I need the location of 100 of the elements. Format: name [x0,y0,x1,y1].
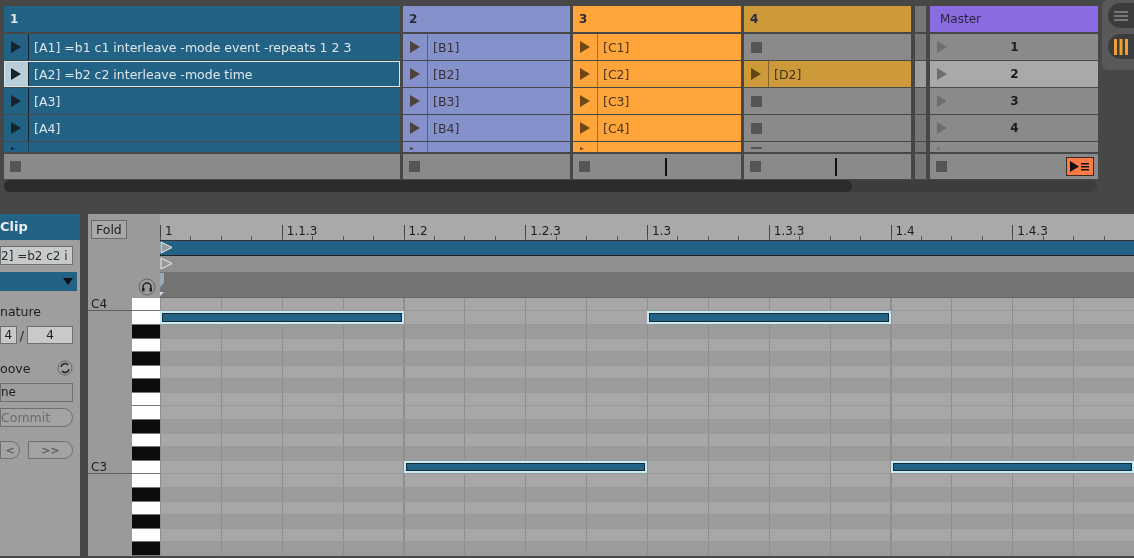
start-marker-icon[interactable] [160,257,173,271]
ruler-label: 1.4.3 [1012,224,1048,237]
clip-name: [A3] [33,93,61,109]
scene-number: 3 [1010,94,1019,108]
empty-clip-slot[interactable] [744,142,911,152]
clip-name: [C1] [602,39,630,55]
scene-play-icon[interactable] [937,68,947,80]
clip-name-field[interactable]: 2] =b2 c2 i [0,246,73,265]
note-name-label: C4 [91,296,107,311]
clip-slot[interactable]: [D2] [744,61,911,87]
clip-slot[interactable] [403,142,570,152]
note-name-label: C3 [91,459,107,474]
signature-numerator-field[interactable]: 4 [0,326,17,344]
ruler-label: 1.1.3 [281,224,318,237]
scene-row[interactable]: 1 [930,34,1098,60]
signature-denominator-field[interactable]: 4 [26,326,73,344]
signature-separator: / [19,327,24,343]
nav-button[interactable]: < [0,441,20,459]
marker-icon[interactable] [160,272,165,297]
scene-play-icon[interactable] [937,41,947,53]
empty-clip-slot[interactable] [744,88,911,114]
clip-slot[interactable] [573,142,741,152]
ruler-label: 1.3.3 [768,224,805,237]
dropdown[interactable] [0,272,77,291]
clip-name: [D2] [773,66,802,82]
clip-slot[interactable]: [B3] [403,88,570,114]
clip-slot[interactable]: [B1] [403,34,570,60]
clip-slot[interactable] [4,142,400,152]
scene-play-icon[interactable] [937,122,947,134]
clip-name: [C4] [602,120,630,136]
position-marker-icon [835,157,837,176]
track-header[interactable]: 3 [573,6,741,32]
track-header[interactable]: 4 [744,6,911,32]
piano-key[interactable] [132,474,160,489]
caret-icon [63,278,73,285]
ruler-label: 1.4 [890,224,915,237]
scrollbar-thumb[interactable] [4,180,852,192]
ruler-label: 1.3 [647,224,672,237]
track-header[interactable]: 1 [4,6,400,32]
play-icon[interactable] [580,68,590,80]
clip-name: [A2] =b2 c2 interleave -mode time [33,66,253,82]
clip-name: [B3] [432,93,460,109]
track-header[interactable]: 2 [403,6,570,32]
stop-all-clips-button[interactable] [1066,157,1094,176]
clip-slot[interactable]: [B2] [403,61,570,87]
time-ruler[interactable]: 1 1.1.3 1.2 1.2.3 1.3 1.3.3 1.4 1.4.3 [160,214,1134,241]
stop-icon[interactable] [750,95,762,107]
stop-icon[interactable] [750,145,762,149]
play-icon[interactable] [580,95,590,107]
scene-number: 4 [1010,121,1019,135]
master-header[interactable]: Master [930,6,1098,32]
stop-icon[interactable] [750,41,762,53]
separator-cell [915,61,926,87]
clip-slot[interactable]: [A2] =b2 c2 interleave -mode time [4,61,400,87]
scene-number: 2 [1010,67,1019,81]
clip-slot[interactable]: [A3] [4,88,400,114]
ruler-label: 1.2.3 [525,224,561,237]
scene-play-icon[interactable] [937,95,947,107]
signature-label: nature [0,304,41,319]
mixer-toggle-button[interactable] [1108,34,1134,59]
clip-slot[interactable]: [A4] [4,115,400,141]
clip-slot[interactable]: [B4] [403,115,570,141]
horizontal-scrollbar[interactable] [4,180,1097,192]
position-marker-icon [664,157,667,176]
play-icon[interactable] [580,41,590,53]
stop-icon[interactable] [750,122,762,134]
groove-field[interactable]: ne [0,383,73,402]
bars-icon [1114,38,1128,55]
empty-clip-slot[interactable] [744,34,911,60]
clip-name: [B1] [432,39,460,55]
midi-note[interactable] [647,311,891,324]
empty-clip-slot[interactable] [744,115,911,141]
note-row[interactable] [160,311,1134,325]
scene-row[interactable]: 2 [930,61,1098,87]
midi-note[interactable] [160,311,404,324]
fold-button[interactable]: Fold [91,220,127,239]
scene-row[interactable]: 4 [930,115,1098,141]
scene-number: 1 [1010,40,1019,54]
clip-slot[interactable]: [C1] [573,34,741,60]
clip-name: [A1] =b1 c1 interleave -mode event -repeats 1 2 3 [33,39,352,55]
clip-slot[interactable]: [C2] [573,61,741,87]
clip-panel-title: Clip [0,214,80,240]
clip-name: [C2] [602,66,630,82]
ruler-label: 1 [160,224,173,237]
nav-button[interactable]: >> [28,441,73,459]
scene-row[interactable]: 3 [930,88,1098,114]
clip-slot[interactable]: [A1] =b1 c1 interleave -mode event -repeats 1 2 3 [4,34,400,60]
ruler-label: 1.2 [403,224,428,237]
piano-key[interactable] [132,406,160,421]
clip-name: [A4] [33,120,61,136]
clip-name: [C3] [602,93,630,109]
headphones-icon[interactable] [138,277,156,296]
play-icon[interactable] [580,122,590,134]
loop-start-marker-icon[interactable] [160,241,173,255]
clip-slot[interactable]: [C4] [573,115,741,141]
play-icon[interactable] [11,68,21,80]
clip-slot[interactable]: [C3] [573,88,741,114]
groove-label: oove [0,360,31,376]
groove-icon[interactable] [57,360,73,376]
menu-button[interactable] [1108,3,1134,28]
